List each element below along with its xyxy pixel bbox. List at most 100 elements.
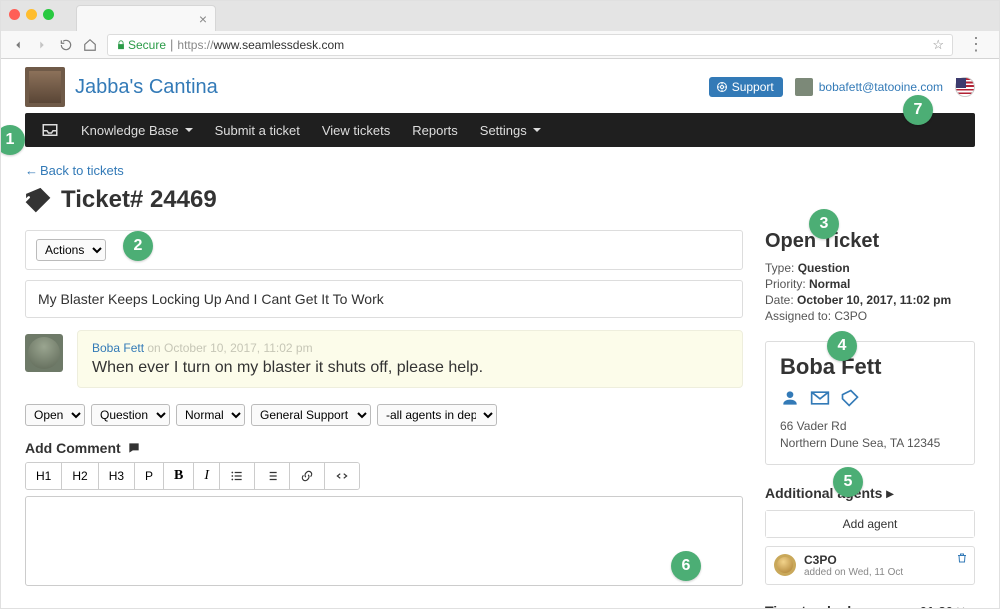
nav-knowledge-base[interactable]: Knowledge Base [81,123,193,138]
secure-indicator: Secure [116,38,166,52]
rte-ul[interactable] [220,463,255,489]
forward-icon[interactable] [35,38,49,52]
ticket-heading: Ticket# 24469 [25,186,975,214]
priority-select[interactable]: Normal [176,404,245,426]
comment-editor[interactable] [25,496,743,586]
department-select[interactable]: General Support [251,404,371,426]
type-select[interactable]: Question [91,404,170,426]
main-nav: Knowledge Base Submit a ticket View tick… [25,113,975,147]
user-menu[interactable]: bobafett@tatooine.com [795,78,943,96]
brand-logo [25,67,65,107]
inbox-icon [41,121,59,139]
remove-agent-button[interactable] [956,551,968,567]
bookmark-star-icon[interactable]: ☆ [932,37,944,53]
browser-toolbar: Secure | https://www.seamlessdesk.com ☆ … [1,31,999,59]
page-title: Ticket# 24469 [61,186,217,214]
rte-bold[interactable]: B [164,463,194,489]
trash-icon [956,552,968,564]
close-tab-icon[interactable]: × [199,12,207,26]
comment-bubble: Boba Fett on October 10, 2017, 11:02 pm … [77,330,743,388]
browser-tab-strip: × [1,1,999,31]
callout-2: 2 [123,231,153,261]
customer-name: Boba Fett [780,354,960,380]
list-ol-icon [265,469,279,483]
customer-card: Boba Fett 66 Vader Rd Northern Dune Sea,… [765,341,975,465]
address-bar[interactable]: Secure | https://www.seamlessdesk.com ☆ [107,34,953,56]
rte-p[interactable]: P [135,463,164,489]
agent-added-date: added on Wed, 11 Oct [804,567,903,578]
ticket-property-selects: Open Question Normal General Support -al… [25,404,743,426]
rte-ol[interactable] [255,463,290,489]
actions-dropdown[interactable]: Actions [36,239,106,261]
callout-5: 5 [833,467,863,497]
agent-list-item: C3PO added on Wed, 11 Oct [765,546,975,585]
agents-select[interactable]: -all agents in dept.- [377,404,497,426]
window-controls[interactable] [9,9,54,20]
user-avatar [795,78,813,96]
url-text: https://www.seamlessdesk.com [177,38,344,52]
nav-view-tickets[interactable]: View tickets [322,123,390,138]
rte-link[interactable] [290,463,325,489]
time-tracked-row: Time tracked ▾ 01:30 Hrs [765,603,975,609]
back-to-tickets-link[interactable]: ← Back to tickets [25,163,975,178]
comment-icon [127,441,141,455]
nav-submit-ticket[interactable]: Submit a ticket [215,123,300,138]
lock-icon [116,40,126,50]
caret-right-icon: ▸ [886,485,893,501]
callout-7: 7 [903,95,933,125]
brand[interactable]: Jabba's Cantina [25,67,218,107]
code-icon [335,469,349,483]
locale-flag-icon[interactable] [955,77,975,97]
agent-name: C3PO [804,553,903,567]
rte-h2[interactable]: H2 [62,463,98,489]
user-email: bobafett@tatooine.com [819,80,943,94]
ticket-small-icon[interactable] [840,388,860,408]
editor-toolbar: H1 H2 H3 P B I [25,462,360,490]
support-label: Support [732,80,774,94]
additional-agents-heading: Additional agents ▸ [765,485,975,502]
nav-inbox[interactable] [41,121,59,139]
comment-timestamp: on October 10, 2017, 11:02 pm [147,341,312,355]
nav-settings[interactable]: Settings [480,123,541,138]
lifebuoy-icon [716,81,728,93]
list-ul-icon [230,469,244,483]
nav-reports[interactable]: Reports [412,123,458,138]
customer-address-2: Northern Dune Sea, TA 12345 [780,435,960,452]
open-ticket-heading: Open Ticket [765,230,975,253]
rte-code[interactable] [325,463,359,489]
browser-menu-icon[interactable]: ⋮ [963,34,989,55]
callout-3: 3 [809,209,839,239]
customer-address-1: 66 Vader Rd [780,418,960,435]
arrow-left-icon: ← [25,163,38,178]
ticket-message: Boba Fett on October 10, 2017, 11:02 pm … [25,330,743,388]
ticket-icon [25,187,51,213]
email-icon[interactable] [810,388,830,408]
callout-6: 6 [671,551,701,581]
chevron-down-icon[interactable]: ▾ [855,603,862,609]
browser-tab[interactable]: × [76,5,216,31]
reload-icon[interactable] [59,38,73,52]
comment-author: Boba Fett [92,341,144,355]
comment-body: When ever I turn on my blaster it shuts … [92,359,728,377]
rte-h1[interactable]: H1 [26,463,62,489]
add-comment-heading: Add Comment [25,440,743,456]
zoom-window-icon[interactable] [43,9,54,20]
status-select[interactable]: Open [25,404,85,426]
add-agent-button[interactable]: Add agent [766,511,974,537]
chevron-down-icon [185,128,193,132]
back-icon[interactable] [11,38,25,52]
commenter-avatar [25,334,63,372]
additional-agents-section: Additional agents ▸ Add agent C3PO added… [765,485,975,585]
home-icon[interactable] [83,38,97,52]
rte-italic[interactable]: I [194,463,220,489]
link-icon [300,469,314,483]
close-window-icon[interactable] [9,9,20,20]
minimize-window-icon[interactable] [26,9,37,20]
user-icon[interactable] [780,388,800,408]
agent-avatar [774,554,796,576]
callout-4: 4 [827,331,857,361]
ticket-meta: Type: Question Priority: Normal Date: Oc… [765,261,975,323]
support-button[interactable]: Support [709,77,783,97]
rte-h3[interactable]: H3 [99,463,135,489]
chevron-down-icon [533,128,541,132]
